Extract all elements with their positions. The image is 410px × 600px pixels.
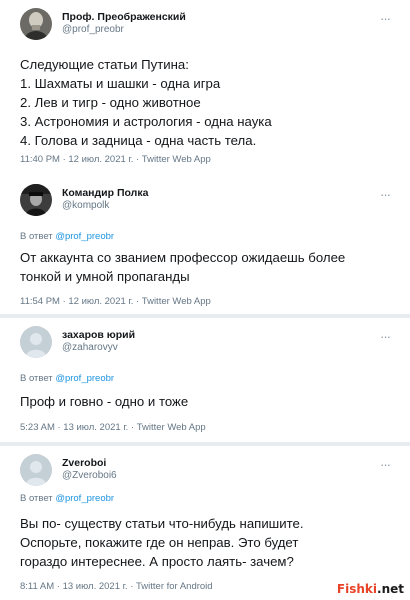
tweet-line: Проф и говно - одно и тоже — [20, 394, 189, 409]
tweet-meta[interactable]: 11:40 PM · 12 июл. 2021 г. · Twitter Web… — [20, 154, 211, 165]
user-handle[interactable]: @zaharovyv — [62, 342, 135, 355]
tweet-line: гораздо интереснее. А просто лаять- заче… — [20, 554, 294, 569]
reply-prefix: В ответ — [20, 373, 56, 384]
author-names: захаров юрий @zaharovyv — [62, 329, 135, 355]
more-icon[interactable]: ··· — [380, 330, 391, 343]
default-avatar-icon[interactable] — [20, 326, 52, 358]
tweet-card: захаров юрий @zaharovyv ··· В ответ @pro… — [0, 318, 410, 442]
tweet-line: 1. Шахматы и шашки - одна игра — [20, 76, 221, 91]
tweet-line: Оспорьте, покажите где он неправ. Это бу… — [20, 535, 299, 550]
tweet-meta[interactable]: 5:23 AM · 13 июл. 2021 г. · Twitter Web … — [20, 422, 206, 433]
more-icon[interactable]: ··· — [380, 12, 391, 25]
tweet-meta[interactable]: 8:11 AM · 13 июл. 2021 г. · Twitter for … — [20, 581, 213, 592]
tweet-text: Следующие статьи Путина: 1. Шахматы и ша… — [20, 55, 392, 150]
tweet-header: Командир Полка @kompolk — [20, 184, 148, 216]
display-name[interactable]: Zveroboi — [62, 457, 117, 470]
tweet-line: 4. Голова и задница - одна часть тела. — [20, 133, 257, 148]
display-name[interactable]: Проф. Преображенский — [62, 11, 186, 24]
more-icon[interactable]: ··· — [380, 188, 391, 201]
author-names: Командир Полка @kompolk — [62, 187, 148, 213]
tweet-line: 2. Лев и тигр - одно животное — [20, 95, 201, 110]
reply-mention-link[interactable]: @prof_preobr — [55, 231, 114, 242]
watermark-logo: Fishki.net — [336, 582, 404, 596]
reply-mention-link[interactable]: @prof_preobr — [55, 493, 114, 504]
author-names: Проф. Преображенский @prof_preobr — [62, 11, 186, 37]
tweet-line: тонкой и умной пропаганды — [20, 269, 190, 284]
display-name[interactable]: захаров юрий — [62, 329, 135, 342]
tweet-text: От аккаунта со званием профессор ожидаеш… — [20, 248, 392, 286]
tweet-text: Проф и говно - одно и тоже — [20, 392, 392, 411]
tweet-line: Следующие статьи Путина: — [20, 57, 189, 72]
more-icon[interactable]: ··· — [380, 458, 391, 471]
reply-prefix: В ответ — [20, 231, 56, 242]
tweet-header: захаров юрий @zaharovyv — [20, 326, 135, 358]
tweet-card: Zveroboi @Zveroboi6 ··· В ответ @prof_pr… — [0, 446, 410, 600]
avatar[interactable] — [20, 184, 52, 216]
display-name[interactable]: Командир Полка — [62, 187, 148, 200]
tweet-text: Вы по- существу статьи что-нибудь напиши… — [20, 514, 392, 571]
tweet-line: От аккаунта со званием профессор ожидаеш… — [20, 250, 346, 265]
reply-prefix: В ответ — [20, 493, 56, 504]
avatar[interactable] — [20, 8, 52, 40]
user-handle[interactable]: @kompolk — [62, 200, 148, 213]
tweet-header: Zveroboi @Zveroboi6 — [20, 454, 117, 486]
reply-context: В ответ @prof_preobr — [20, 373, 114, 384]
tweet-line: Вы по- существу статьи что-нибудь напиши… — [20, 516, 304, 531]
tweet-header: Проф. Преображенский @prof_preobr — [20, 8, 186, 40]
tweet-meta[interactable]: 11:54 PM · 12 июл. 2021 г. · Twitter Web… — [20, 296, 211, 307]
author-names: Zveroboi @Zveroboi6 — [62, 457, 117, 483]
reply-mention-link[interactable]: @prof_preobr — [55, 373, 114, 384]
reply-context: В ответ @prof_preobr — [20, 493, 114, 504]
tweet-card: Командир Полка @kompolk ··· В ответ @pro… — [0, 176, 410, 314]
default-avatar-icon[interactable] — [20, 454, 52, 486]
tweet-card: Проф. Преображенский @prof_preobr ··· Сл… — [0, 0, 410, 176]
tweet-line: 3. Астрономия и астрология - одна наука — [20, 114, 272, 129]
user-handle[interactable]: @Zveroboi6 — [62, 470, 117, 483]
reply-context: В ответ @prof_preobr — [20, 231, 114, 242]
user-handle[interactable]: @prof_preobr — [62, 24, 186, 37]
